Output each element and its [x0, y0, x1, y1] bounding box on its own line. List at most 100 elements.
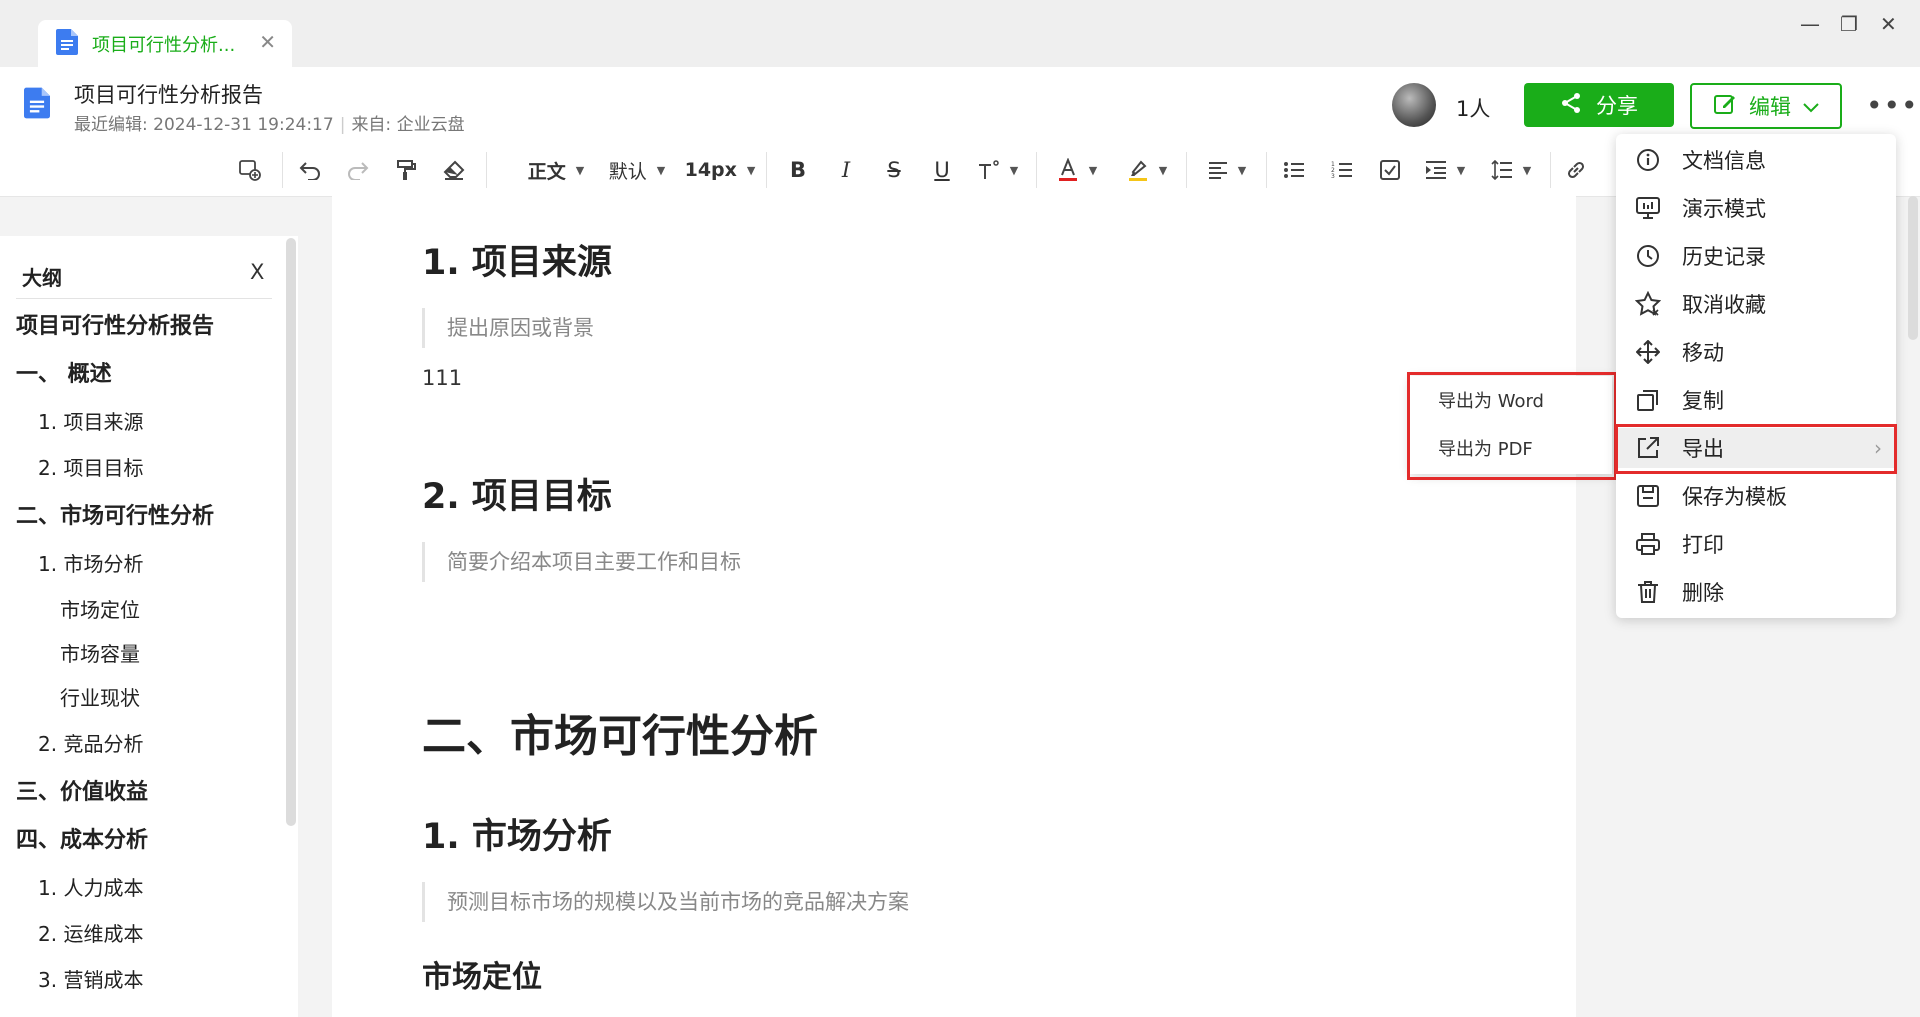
last-edit-time: 2024-12-31 19:24:17	[153, 115, 334, 135]
outline-item[interactable]: 一、 概述	[16, 356, 112, 388]
presentation-icon	[1634, 194, 1662, 222]
minimize-icon[interactable]: —	[1800, 12, 1820, 36]
chevron-down-icon: ▼	[1158, 163, 1168, 177]
chevron-down-icon: ▼	[656, 163, 666, 177]
copy-icon	[1634, 386, 1662, 414]
info-icon	[1634, 146, 1662, 174]
more-menu-button[interactable]: •••	[1866, 89, 1919, 122]
export-submenu: 导出为 Word 导出为 PDF	[1410, 376, 1612, 474]
tab-bar: 项目可行性分析... ✕ — ❐ ✕	[0, 0, 1920, 67]
menu-item-save-template[interactable]: 保存为模板	[1616, 476, 1896, 516]
chevron-down-icon: ▼	[1009, 163, 1019, 177]
outline-item[interactable]: 1. 市场分析	[38, 548, 143, 577]
font-color-icon[interactable]: ▼	[1050, 156, 1104, 184]
outline-item[interactable]: 市场容量	[60, 638, 140, 667]
outline-panel: 大纲 X 项目可行性分析报告 一、 概述 1. 项目来源 2. 项目目标 二、市…	[0, 236, 298, 1017]
document-icon	[56, 28, 78, 59]
superscript-icon[interactable]: ▼	[970, 156, 1024, 184]
outline-item[interactable]: 3. 营销成本	[38, 964, 143, 993]
chevron-down-icon: ▼	[1456, 163, 1466, 177]
outline-item[interactable]: 2. 运维成本	[38, 918, 143, 947]
export-pdf-item[interactable]: 导出为 PDF	[1438, 435, 1533, 461]
menu-item-history[interactable]: 历史记录	[1616, 236, 1896, 276]
outline-item[interactable]: 2. 项目目标	[38, 452, 143, 481]
menu-item-presentation[interactable]: 演示模式	[1616, 188, 1896, 228]
window-close-icon[interactable]: ✕	[1880, 12, 1897, 36]
menu-item-print[interactable]: 打印	[1616, 524, 1896, 564]
insert-comment-icon[interactable]	[234, 156, 266, 184]
clock-icon	[1634, 242, 1662, 270]
tab-document[interactable]: 项目可行性分析... ✕	[38, 20, 292, 67]
move-icon	[1634, 338, 1662, 366]
paragraph-style-value: 正文	[527, 160, 566, 183]
link-icon[interactable]	[1560, 156, 1592, 184]
numbered-list-icon[interactable]: 123	[1326, 156, 1358, 184]
outline-item[interactable]: 1. 项目来源	[38, 406, 143, 435]
font-size-dropdown[interactable]: 14px ▼	[684, 156, 756, 184]
bold-icon[interactable]: B	[782, 156, 814, 184]
menu-item-export[interactable]: 导出 ›	[1616, 428, 1896, 468]
tab-title: 项目可行性分析...	[92, 34, 236, 56]
trash-icon	[1634, 578, 1662, 606]
outline-item[interactable]: 2. 竞品分析	[38, 728, 143, 757]
font-size-value: 14px	[684, 159, 737, 181]
document-page[interactable]: 1. 项目来源 提出原因或背景 111 2. 项目目标 简要介绍本项目主要工作和…	[332, 196, 1576, 1017]
avatar[interactable]	[1392, 83, 1436, 127]
share-label: 分享	[1596, 94, 1638, 118]
outline-item[interactable]: 行业现状	[60, 682, 140, 711]
share-button[interactable]: 分享	[1524, 83, 1674, 127]
heading-market-feasibility: 二、市场可行性分析	[422, 711, 818, 762]
heading-project-goal: 2. 项目目标	[422, 477, 612, 517]
align-left-icon[interactable]: ▼	[1200, 156, 1254, 184]
italic-icon[interactable]: I	[830, 156, 862, 184]
undo-icon[interactable]	[294, 156, 326, 184]
font-family-value: 默认	[608, 160, 647, 183]
outline-scrollbar[interactable]	[286, 238, 296, 826]
paragraph-style-dropdown[interactable]: 正文 ▼	[512, 156, 600, 184]
bullet-list-icon[interactable]	[1278, 156, 1310, 184]
divider	[16, 298, 272, 299]
menu-item-delete[interactable]: 删除	[1616, 572, 1896, 612]
underline-icon[interactable]: U	[926, 156, 958, 184]
outline-item[interactable]: 三、价值收益	[16, 774, 148, 806]
chevron-down-icon: ▼	[1237, 163, 1247, 177]
chevron-down-icon: ▼	[1088, 163, 1098, 177]
page-scrollbar[interactable]	[1908, 196, 1918, 340]
menu-item-document-info[interactable]: 文档信息	[1616, 140, 1896, 180]
document-meta: 最近编辑: 2024-12-31 19:24:17 | 来自: 企业云盘	[74, 115, 465, 135]
format-painter-icon[interactable]	[390, 156, 422, 184]
share-icon	[1560, 92, 1582, 119]
outline-item[interactable]: 1. 人力成本	[38, 872, 143, 901]
more-menu: 文档信息 演示模式 历史记录 取消收藏 移动 复制 导出 › 保存为模板 打印 …	[1616, 134, 1896, 618]
clear-format-icon[interactable]	[438, 156, 470, 184]
line-spacing-icon[interactable]: ▼	[1484, 156, 1538, 184]
export-icon	[1634, 434, 1662, 462]
chevron-down-icon: ▼	[746, 163, 756, 177]
quote-market: 预测目标市场的规模以及当前市场的竞品解决方案	[422, 882, 909, 922]
edit-button[interactable]: 编辑	[1690, 83, 1842, 129]
highlight-color-icon[interactable]: ▼	[1120, 156, 1174, 184]
document-icon	[24, 87, 50, 123]
paragraph: 111	[422, 366, 463, 390]
outline-item[interactable]: 项目可行性分析报告	[16, 308, 214, 340]
outline-item[interactable]: 四、成本分析	[16, 822, 148, 854]
redo-icon[interactable]	[342, 156, 374, 184]
checklist-icon[interactable]	[1374, 156, 1406, 184]
chevron-down-icon: ▼	[575, 163, 585, 177]
export-word-item[interactable]: 导出为 Word	[1438, 387, 1544, 413]
restore-icon[interactable]: ❐	[1840, 12, 1858, 36]
indent-icon[interactable]: ▼	[1418, 156, 1472, 184]
print-icon	[1634, 530, 1662, 558]
outline-item[interactable]: 二、市场可行性分析	[16, 498, 214, 530]
heading-market-analysis: 1. 市场分析	[422, 817, 612, 857]
menu-item-unfavorite[interactable]: 取消收藏	[1616, 284, 1896, 324]
collaborator-count[interactable]: 1人	[1456, 93, 1490, 123]
outline-close-icon[interactable]: X	[250, 260, 264, 284]
menu-item-copy[interactable]: 复制	[1616, 380, 1896, 420]
tab-close-icon[interactable]: ✕	[259, 30, 276, 54]
menu-item-move[interactable]: 移动	[1616, 332, 1896, 372]
strikethrough-icon[interactable]: S	[878, 156, 910, 184]
font-family-dropdown[interactable]: 默认 ▼	[606, 156, 668, 184]
chevron-down-icon: ▼	[1522, 163, 1532, 177]
outline-item[interactable]: 市场定位	[60, 594, 140, 623]
